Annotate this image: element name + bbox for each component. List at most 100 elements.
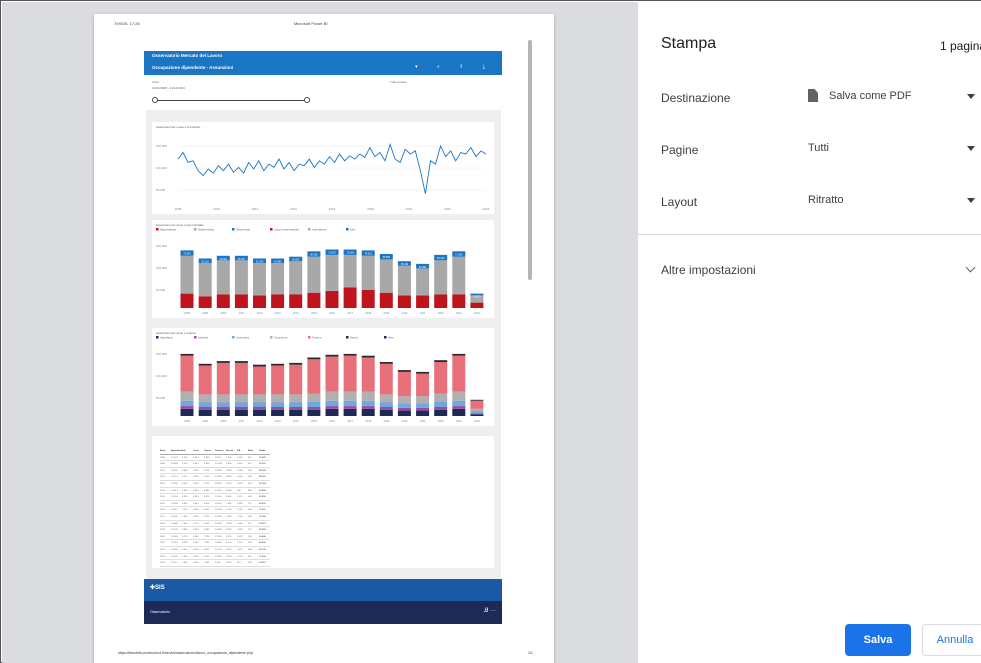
table-row: 2019 13.120 6.840 5.520 9.080 23.080 6.920 1.05… <box>160 527 270 534</box>
table-cell: 65.347 <box>259 474 270 481</box>
bar-segment <box>470 414 484 416</box>
pages-select[interactable]: Tutti <box>800 133 981 165</box>
table-cell: 5.430 <box>193 507 204 514</box>
table-cell: 23.080 <box>215 527 226 534</box>
bar-segment <box>253 366 266 395</box>
table-cell: 61.254 <box>259 481 270 488</box>
table-cell: 54.390 <box>259 540 270 547</box>
bar-segment <box>307 359 321 394</box>
table-cell: 9.854 <box>204 455 215 462</box>
legend-label: Altro <box>388 336 394 340</box>
legend-swatch <box>308 336 311 339</box>
table-cell: 6.940 <box>226 474 237 481</box>
print-preview-area[interactable]: 7/09/25, 17:28 Microsoft Power BI Osserv… <box>2 2 638 663</box>
x-tick-label: 2020 <box>406 207 413 211</box>
bar-segment <box>416 396 430 404</box>
bar-segment <box>216 260 230 295</box>
bar-segment <box>416 268 430 296</box>
table-header-cell: Costr. <box>193 448 204 455</box>
print-title: Stampa <box>661 35 717 52</box>
table-cell: 22.410 <box>215 494 226 501</box>
table-cell: 12.990 <box>171 481 182 488</box>
bar-segment <box>271 263 285 295</box>
table-cell: 2017 <box>160 514 171 521</box>
print-settings-panel: Stampa 1 pagina Destinazione Salva come … <box>638 1 981 663</box>
cancel-button[interactable]: Annulla <box>922 624 981 656</box>
bar-total-label: 65.882 <box>383 256 391 259</box>
table-cell: 65.002 <box>259 468 270 475</box>
settings-divider <box>638 234 981 235</box>
bar-chart-sector-card: Assunzioni per anno e settore Agricoltur… <box>152 328 494 426</box>
table-cell: 012 <box>248 461 259 468</box>
table-cell: 61.480 <box>259 488 270 495</box>
table-cell: 71.066 <box>259 514 270 521</box>
table-cell: 7.240 <box>182 554 193 561</box>
y-tick-label: 100.000 <box>156 166 167 170</box>
table-cell: 9.620 <box>204 501 215 508</box>
legend-label: Turismo <box>312 336 322 340</box>
table-cell: 7.330 <box>226 521 237 528</box>
table-cell: 1.130 <box>237 507 248 514</box>
y-tick-label: 50.000 <box>156 396 166 400</box>
table-row: 2016 14.210 7.120 5.430 9.810 26.100 7.790 1.13… <box>160 507 270 514</box>
table-cell: 12.310 <box>171 540 182 547</box>
bar-chart-contract-card: Assunzioni per anno e tipo contratto App… <box>152 220 494 318</box>
x-tick-label: 2018 <box>365 311 371 315</box>
bar-segment <box>307 409 321 416</box>
bar-total-label: 69.355 <box>310 253 318 256</box>
table-cell: 9.204 <box>204 474 215 481</box>
filter-year-range: 01/01/2008 - 31/12/2024 <box>152 86 185 90</box>
table-cell: 1.020 <box>237 534 248 541</box>
destination-select[interactable]: Salva come PDF <box>800 81 981 113</box>
bar-segment <box>325 408 339 416</box>
table-cell: 1.120 <box>237 554 248 561</box>
bar-total-label: 71.870 <box>328 252 336 255</box>
bar-segment <box>325 254 339 291</box>
more-settings-toggle[interactable]: Altre impostazioni <box>661 263 756 277</box>
x-tick-label: 2022 <box>444 207 451 211</box>
legend-label: Lavoro somministrato <box>274 228 299 232</box>
bar-segment <box>271 409 285 416</box>
table-cell: 5.503 <box>193 474 204 481</box>
table-cell: 1.040 <box>237 474 248 481</box>
table-cell: 5.710 <box>182 534 193 541</box>
bar-segment <box>452 294 466 308</box>
bar-segment <box>253 364 266 367</box>
chevron-down-icon[interactable] <box>965 262 976 273</box>
table-cell: 8.930 <box>204 461 215 468</box>
bar-segment <box>325 356 339 392</box>
bar-segment <box>397 407 411 411</box>
table-cell: 6.650 <box>182 468 193 475</box>
bar-segment <box>397 403 411 408</box>
bar-segment <box>198 263 212 297</box>
table-cell: 25.400 <box>215 514 226 521</box>
bar-segment <box>180 400 194 407</box>
preview-scrollbar[interactable] <box>528 40 532 280</box>
x-tick-label: 2016 <box>329 207 336 211</box>
table-cell: 1.610 <box>193 560 204 567</box>
table-cell: 2023 <box>160 554 171 561</box>
bar-segment <box>234 409 248 416</box>
save-button[interactable]: Salva <box>845 624 911 656</box>
table-cell: 13.014 <box>171 488 182 495</box>
table-cell: 7.430 <box>226 554 237 561</box>
table-cell: 14.201 <box>171 455 182 462</box>
x-tick-label: 2016 <box>329 419 335 423</box>
filter-year-label: Anno <box>152 80 160 84</box>
table-cell: 25.480 <box>215 554 226 561</box>
layout-select[interactable]: Ritratto <box>800 185 981 217</box>
table-cell: 6.840 <box>182 527 193 534</box>
bar-segment <box>198 409 212 416</box>
bar-segment <box>416 373 430 397</box>
x-tick-label: 2010 <box>220 419 226 423</box>
legend-swatch <box>384 336 387 339</box>
bar-segment <box>343 408 357 416</box>
bar-segment <box>416 295 430 308</box>
table-header-cell: Comm. <box>204 448 215 455</box>
legend-label: Agricoltura <box>160 336 173 340</box>
table-cell: 9.770 <box>204 514 215 521</box>
table-cell: 1.050 <box>237 527 248 534</box>
table-cell: 7.790 <box>226 507 237 514</box>
table-cell: 14.210 <box>171 507 182 514</box>
bar-segment <box>343 254 357 288</box>
